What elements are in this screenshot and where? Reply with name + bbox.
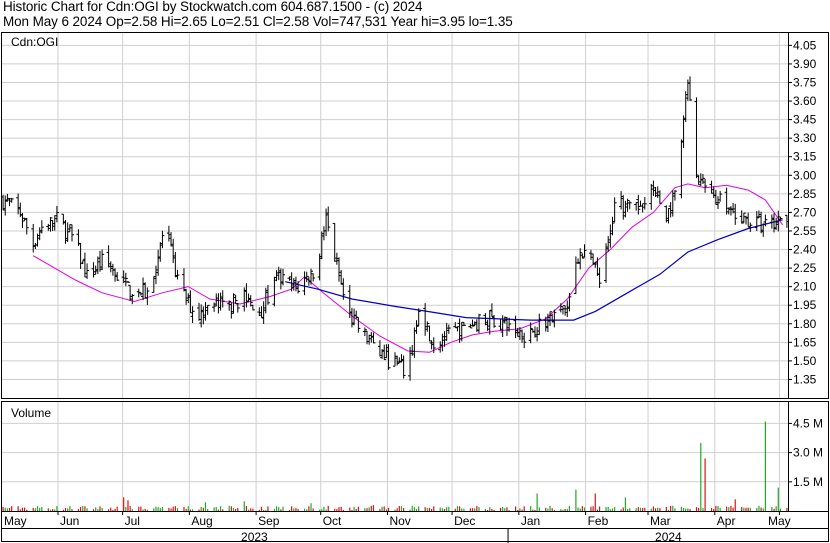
price-tick-label: 1.95 (793, 298, 817, 312)
month-label: Oct (323, 514, 342, 528)
price-tick-label: 3.30 (793, 131, 817, 145)
price-tick-label: 3.90 (793, 57, 817, 71)
month-label: Apr (717, 514, 736, 528)
price-tick-label: 3.00 (793, 168, 817, 182)
price-tick-label: 1.35 (793, 372, 817, 386)
month-label: Mar (650, 514, 671, 528)
price-tick-label: 2.10 (793, 280, 817, 294)
price-tick-label: 3.75 (793, 75, 817, 89)
month-label: Nov (389, 514, 410, 528)
price-tick-label: 2.85 (793, 187, 817, 201)
volume-panel-title: Volume (11, 406, 51, 420)
year-label: 2024 (655, 530, 682, 543)
month-label: Dec (454, 514, 475, 528)
price-tick-label: 2.70 (793, 205, 817, 219)
price-tick-label: 3.60 (793, 94, 817, 108)
volume-panel-frame (1, 401, 829, 512)
price-tick-label: 3.15 (793, 150, 817, 164)
stock-chart: 4.05 3.90 3.75 3.60 3.45 3.30 3.15 3.00 2.85 2.70… (1, 32, 829, 543)
price-tick-label: 1.50 (793, 354, 817, 368)
month-label: Jan (521, 514, 540, 528)
price-tick-label: 3.45 (793, 113, 817, 127)
month-label: Aug (191, 514, 212, 528)
year-label: 2023 (241, 530, 268, 543)
price-tick-label: 2.40 (793, 243, 817, 257)
price-tick-label: 1.65 (793, 335, 817, 349)
month-label: Feb (588, 514, 609, 528)
month-label: Sep (258, 514, 280, 528)
price-tick-label: 2.25 (793, 261, 817, 275)
month-label: May (768, 514, 791, 528)
month-label: May (4, 514, 27, 528)
volume-tick-label: 3.0 M (793, 446, 823, 460)
month-label: Jul (125, 514, 140, 528)
price-panel-frame (1, 32, 829, 399)
price-tick-label: 2.55 (793, 224, 817, 238)
month-label: Jun (60, 514, 79, 528)
price-panel-title: Cdn:OGI (11, 35, 58, 49)
volume-tick-label: 4.5 M (793, 416, 823, 430)
volume-tick-label: 1.5 M (793, 475, 823, 489)
price-tick-label: 4.05 (793, 38, 817, 52)
price-tick-label: 1.80 (793, 317, 817, 331)
